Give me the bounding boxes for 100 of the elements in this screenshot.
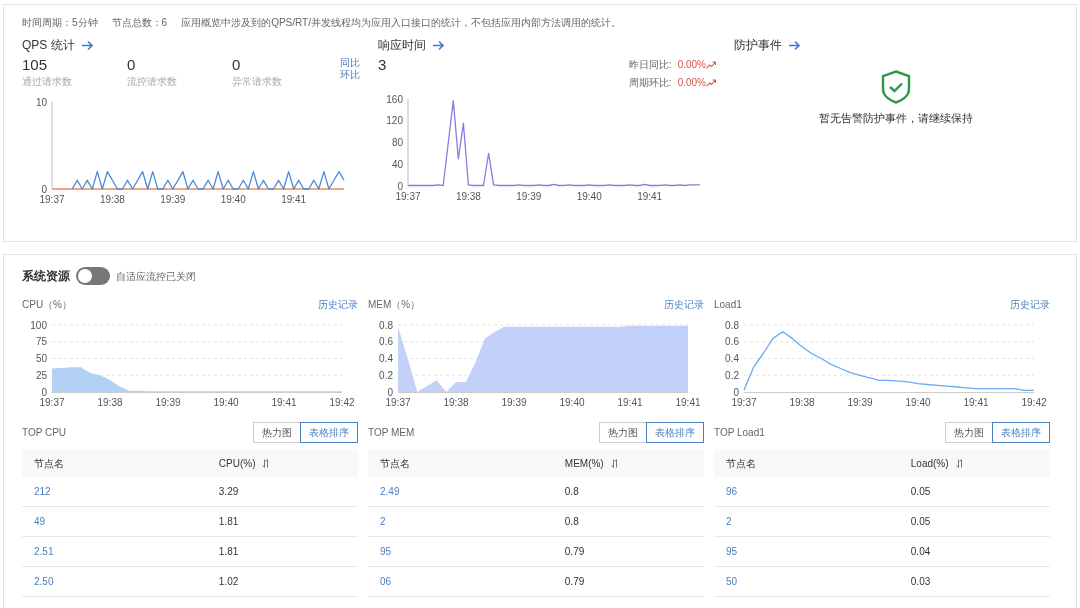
node-link[interactable]: 95	[380, 546, 392, 557]
node-link[interactable]: 06	[380, 576, 392, 587]
section-title: 系统资源	[22, 268, 70, 285]
compare-label: 周期环比:	[628, 76, 672, 90]
chart-title: Load1	[714, 298, 742, 312]
tick-label: 10	[35, 96, 47, 107]
tick-label: 100	[30, 319, 47, 331]
tick-label: 0.8	[725, 319, 739, 331]
table-title: TOP Load1	[714, 426, 765, 440]
sort-icon[interactable]	[262, 458, 271, 468]
column-header: MEM(%)	[564, 456, 604, 471]
view-toggle[interactable]: 热力图	[945, 422, 993, 443]
table-cell: 1.81	[218, 516, 239, 527]
sort-icon[interactable]	[955, 458, 964, 468]
stat-label: 通过请求数	[22, 74, 73, 89]
chart-title: CPU（%）	[22, 298, 72, 312]
node-link[interactable]: 2.50	[34, 576, 54, 587]
tick-label: 19:37	[39, 193, 65, 205]
arrow-right-icon[interactable]	[788, 39, 801, 51]
column-header: 节点名	[380, 456, 410, 471]
history-link[interactable]: 历史记录	[664, 297, 704, 312]
tick-label: 80	[391, 137, 403, 148]
info-text: 节点总数：6	[111, 16, 168, 30]
compare-link[interactable]: 环比	[340, 68, 360, 80]
tick-label: 0.6	[725, 336, 739, 348]
node-link[interactable]: 2	[726, 516, 732, 527]
empty-message: 暂无告警防护事件，请继续保持	[819, 111, 973, 126]
tick-label: 19:41	[963, 397, 989, 408]
section-title: QPS 统计	[22, 37, 75, 54]
history-link[interactable]: 历史记录	[318, 297, 358, 312]
history-link[interactable]: 历史记录	[1010, 297, 1050, 312]
table-cell: 1.02	[218, 576, 239, 587]
tick-label: 75	[35, 336, 47, 348]
tick-label: 19:42	[1021, 397, 1047, 408]
compare-value: 0.00%	[677, 58, 706, 72]
tick-label: 0.2	[379, 369, 393, 381]
table-cell: 0.8	[564, 516, 579, 527]
tick-label: 0	[733, 386, 739, 398]
tick-label: 19:39	[155, 397, 181, 408]
table-cell: 3.29	[218, 486, 239, 497]
table-title: TOP MEM	[368, 426, 415, 440]
tick-label: 120	[386, 115, 403, 127]
table-cell: 1.81	[218, 546, 239, 557]
stat-value: 105	[22, 57, 49, 74]
chart-title: MEM（%）	[368, 298, 421, 312]
toggle-switch[interactable]	[76, 267, 110, 285]
node-link[interactable]: 50	[726, 576, 738, 587]
info-text: 应用概览中涉及到的QPS/RT/并发线程均为应用入口接口的统计，不包括应用内部方法调用的统计。	[181, 16, 621, 30]
node-link[interactable]: 49	[34, 516, 46, 527]
sort-icon[interactable]	[610, 458, 619, 468]
view-toggle[interactable]: 热力图	[599, 422, 647, 443]
view-toggle[interactable]: 表格排序	[646, 422, 704, 443]
tick-label: 19:37	[395, 191, 421, 202]
table-cell: 0.05	[910, 516, 931, 527]
view-toggle[interactable]: 表格排序	[992, 422, 1050, 443]
tick-label: 50	[35, 353, 47, 364]
column-header: Load(%)	[910, 456, 949, 471]
stat-value: 0	[232, 57, 242, 74]
node-link[interactable]: 2.51	[34, 546, 54, 557]
tick-label: 0.8	[379, 319, 393, 331]
compare-label: 昨日同比:	[628, 58, 672, 72]
compare-link[interactable]: 同比	[340, 57, 360, 69]
node-link[interactable]: 2	[380, 516, 386, 527]
tick-label: 19:39	[501, 397, 527, 408]
tick-label: 19:40	[559, 397, 585, 408]
tick-label: 0.2	[725, 369, 739, 381]
tick-label: 19:38	[443, 397, 469, 408]
tick-label: 0.6	[379, 336, 393, 348]
table-title: TOP CPU	[22, 426, 67, 440]
tick-label: 19:37	[39, 397, 65, 408]
column-header: CPU(%)	[218, 456, 256, 471]
trend-up-icon	[706, 60, 716, 69]
tick-label: 19:40	[905, 397, 931, 408]
view-toggle[interactable]: 热力图	[253, 422, 301, 443]
tick-label: 160	[386, 93, 403, 105]
trend-up-icon	[706, 78, 716, 87]
tick-label: 19:38	[455, 191, 481, 202]
tick-label: 19:40	[576, 191, 602, 202]
arrow-right-icon[interactable]	[432, 39, 445, 51]
tick-label: 19:40	[220, 193, 246, 205]
view-toggle[interactable]: 表格排序	[300, 422, 358, 443]
node-link[interactable]: 95	[726, 546, 738, 557]
tick-label: 19:41	[617, 397, 643, 408]
tick-label: 19:38	[789, 397, 815, 408]
table-cell: 0.8	[564, 486, 579, 497]
node-link[interactable]: 212	[34, 486, 51, 497]
switch-label: 自适应流控已关闭	[116, 269, 196, 284]
tick-label: 0	[397, 180, 403, 192]
node-link[interactable]: 96	[726, 486, 738, 497]
table-cell: 0.03	[910, 576, 931, 587]
tick-label: 25	[35, 369, 47, 381]
tick-label: 0	[41, 386, 47, 398]
section-title: 响应时间	[378, 37, 426, 54]
table-cell: 0.05	[910, 486, 931, 497]
node-link[interactable]: 2.49	[380, 486, 400, 497]
tick-label: 0	[387, 386, 393, 398]
tick-label: 0.4	[725, 353, 739, 364]
column-header: 节点名	[726, 456, 756, 471]
arrow-right-icon[interactable]	[80, 39, 94, 51]
tick-label: 19:38	[99, 193, 125, 205]
